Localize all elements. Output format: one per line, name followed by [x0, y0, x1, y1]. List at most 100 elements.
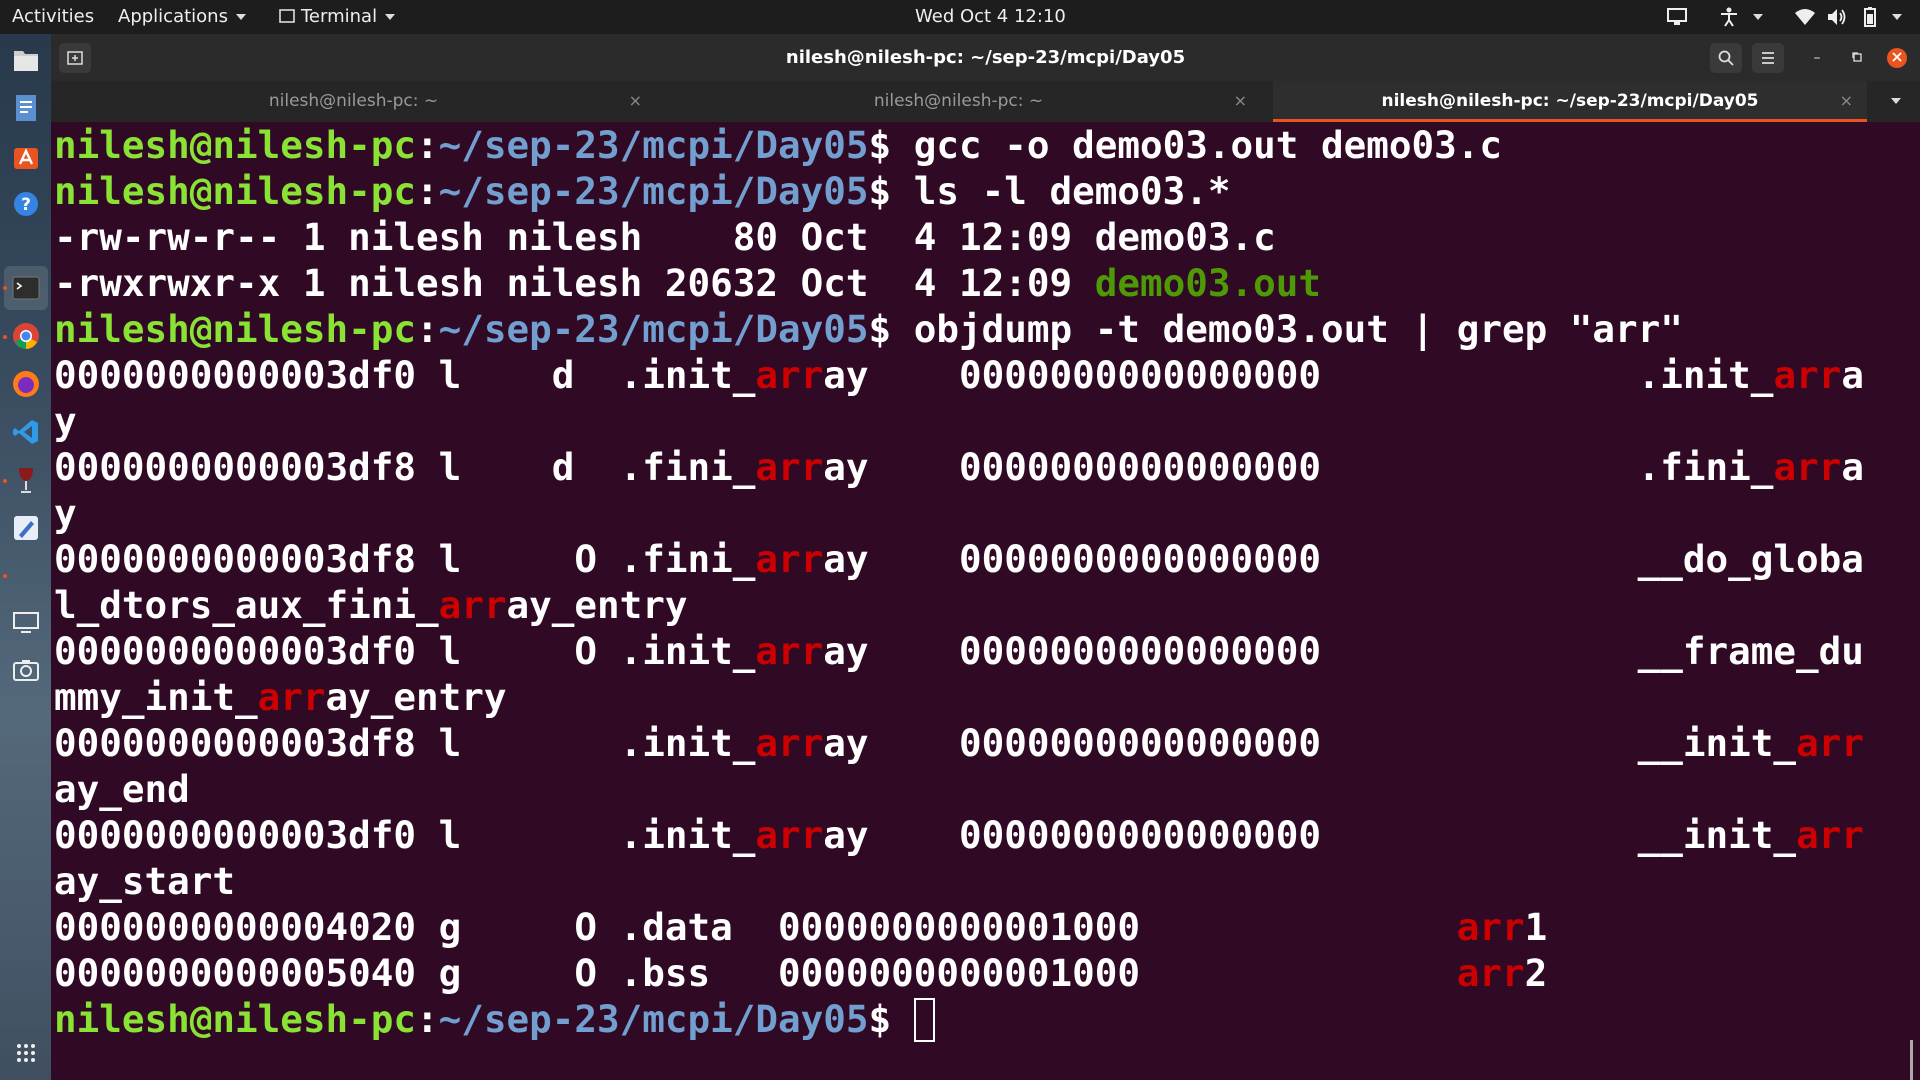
output-text: ay_entry — [325, 675, 507, 719]
prompt-user: nilesh@nilesh-pc — [54, 997, 416, 1041]
grep-match: arr — [755, 353, 824, 397]
output-line: -rwxrwxr-x 1 nilesh nilesh 20632 Oct 4 1… — [54, 260, 1906, 306]
output-line: 0000000000003df8 l O .fini_array 0000000… — [54, 536, 1906, 582]
prompt-path: ~/sep-23/mcpi/Day05 — [438, 997, 869, 1041]
dock: ? — [0, 34, 51, 1080]
tab-home-2[interactable]: nilesh@nilesh-pc: ~ × — [656, 81, 1261, 122]
minimize-button[interactable]: – — [1807, 48, 1827, 68]
applications-menu[interactable]: Applications — [118, 0, 246, 34]
grep-match: arr — [755, 537, 824, 581]
prompt-user: nilesh@nilesh-pc — [54, 123, 416, 167]
running-indicator — [3, 335, 7, 339]
terminal-icon[interactable] — [10, 272, 41, 303]
prompt-colon: : — [415, 169, 439, 213]
output-text: a — [1841, 353, 1864, 397]
text-editor-icon[interactable] — [10, 92, 41, 123]
grep-match: arr — [755, 813, 824, 857]
tab-close-icon[interactable]: × — [1840, 81, 1853, 121]
window-title-bar[interactable]: nilesh@nilesh-pc: ~/sep-23/mcpi/Day05 – — [51, 34, 1920, 81]
tab-close-icon[interactable]: × — [1234, 81, 1247, 121]
terminal-output[interactable]: nilesh@nilesh-pc:~/sep-23/mcpi/Day05$ gc… — [54, 122, 1906, 1080]
terminal-small-icon — [279, 9, 295, 23]
prompt-path: ~/sep-23/mcpi/Day05 — [438, 307, 869, 351]
output-text: 2 — [1524, 951, 1548, 995]
output-text: ay 0000000000000000 .fini_ — [823, 445, 1774, 489]
output-text: 0000000000003df8 l .init_ — [54, 721, 756, 765]
terminal-menu-label: Terminal — [301, 6, 378, 27]
tab-label: nilesh@nilesh-pc: ~ — [873, 91, 1044, 111]
running-indicator — [3, 286, 7, 290]
command-text: gcc -o demo03.out demo03.c — [891, 123, 1502, 167]
text-app-icon[interactable] — [10, 512, 41, 543]
search-button[interactable] — [1710, 43, 1742, 73]
output-text: a — [1841, 445, 1864, 489]
output-line: ay_start — [54, 859, 235, 903]
close-icon — [1892, 52, 1902, 62]
applications-label: Applications — [118, 6, 228, 27]
tab-home-1[interactable]: nilesh@nilesh-pc: ~ × — [51, 81, 656, 122]
grep-match: arr — [1456, 905, 1525, 949]
chevron-down-icon — [235, 14, 246, 20]
output-text: -rwxrwxr-x 1 nilesh nilesh 20632 Oct 4 1… — [54, 261, 1095, 305]
close-button[interactable] — [1887, 48, 1907, 68]
output-text: mmy_init_ — [54, 675, 258, 719]
tab-close-icon[interactable]: × — [629, 81, 642, 121]
running-indicator — [3, 479, 7, 483]
output-line: mmy_init_array_entry — [54, 674, 1906, 720]
scrollbar[interactable] — [1910, 1040, 1913, 1080]
tab-day05[interactable]: nilesh@nilesh-pc: ~/sep-23/mcpi/Day05 × — [1273, 81, 1867, 122]
prompt-path: ~/sep-23/mcpi/Day05 — [438, 123, 869, 167]
prompt-dollar: $ — [868, 997, 892, 1041]
top-bar: Activities Applications Terminal Wed Oct… — [0, 0, 1920, 34]
grep-match: arr — [1773, 445, 1842, 489]
tab-bar: nilesh@nilesh-pc: ~ × nilesh@nilesh-pc: ~… — [51, 81, 1920, 122]
output-text: ay_entry — [506, 583, 688, 627]
output-text: 0000000000003df0 l d .init_ — [54, 353, 756, 397]
chevron-down-icon[interactable] — [1892, 14, 1902, 20]
show-applications-icon[interactable] — [10, 1037, 41, 1068]
prompt-line: nilesh@nilesh-pc:~/sep-23/mcpi/Day05$ ls… — [54, 168, 1906, 214]
camera-icon[interactable] — [10, 654, 41, 685]
chevron-down-icon[interactable] — [1753, 14, 1763, 20]
output-text: ay 0000000000000000 __do_globa — [823, 537, 1864, 581]
output-text: ay 0000000000000000 .init_ — [823, 353, 1774, 397]
vscode-icon[interactable] — [10, 416, 41, 447]
files-icon[interactable] — [10, 44, 41, 75]
maximize-icon — [1852, 52, 1862, 62]
terminal-app-menu[interactable]: Terminal — [279, 0, 396, 34]
display-icon[interactable] — [10, 607, 41, 638]
wine-icon[interactable] — [10, 464, 41, 495]
activities-button[interactable]: Activities — [12, 0, 94, 34]
tabs-menu-chevron-icon[interactable] — [1891, 98, 1901, 104]
prompt-colon: : — [415, 123, 439, 167]
output-line: 0000000000003df0 l d .init_array 0000000… — [54, 352, 1906, 398]
grep-match: arr — [1796, 813, 1864, 857]
output-text: 0000000000003df8 l O .fini_ — [54, 537, 756, 581]
help-icon[interactable]: ? — [10, 188, 41, 219]
grep-match: arr — [257, 675, 326, 719]
output-line: 0000000000003df0 l .init_array 000000000… — [54, 812, 1906, 858]
running-indicator — [3, 574, 7, 578]
output-text: 0000000000004020 g O .data 0000000000001… — [54, 905, 1457, 949]
output-line: y — [54, 491, 77, 535]
clock[interactable]: Wed Oct 4 12:10 — [915, 0, 1066, 34]
output-text: 1 — [1524, 905, 1548, 949]
prompt-line: nilesh@nilesh-pc:~/sep-23/mcpi/Day05$ — [54, 996, 1906, 1042]
software-center-icon[interactable] — [10, 140, 41, 171]
prompt-line: nilesh@nilesh-pc:~/sep-23/mcpi/Day05$ ob… — [54, 306, 1906, 352]
tab-label: nilesh@nilesh-pc: ~/sep-23/mcpi/Day05 — [1381, 91, 1759, 111]
prompt-line: nilesh@nilesh-pc:~/sep-23/mcpi/Day05$ gc… — [54, 122, 1906, 168]
firefox-icon[interactable] — [10, 368, 41, 399]
chrome-icon[interactable] — [10, 320, 41, 351]
output-line: l_dtors_aux_fini_array_entry — [54, 582, 1906, 628]
text-cursor — [913, 998, 935, 1042]
maximize-button[interactable] — [1847, 48, 1867, 68]
menu-button[interactable] — [1752, 43, 1784, 73]
output-line: ay_end — [54, 767, 190, 811]
window-title: nilesh@nilesh-pc: ~/sep-23/mcpi/Day05 — [785, 47, 1186, 68]
prompt-user: nilesh@nilesh-pc — [54, 307, 416, 351]
output-line: 0000000000003df0 l O .init_array 0000000… — [54, 628, 1906, 674]
grep-match: arr — [1773, 353, 1842, 397]
grep-match: arr — [755, 629, 824, 673]
tab-label: nilesh@nilesh-pc: ~ — [268, 91, 439, 111]
